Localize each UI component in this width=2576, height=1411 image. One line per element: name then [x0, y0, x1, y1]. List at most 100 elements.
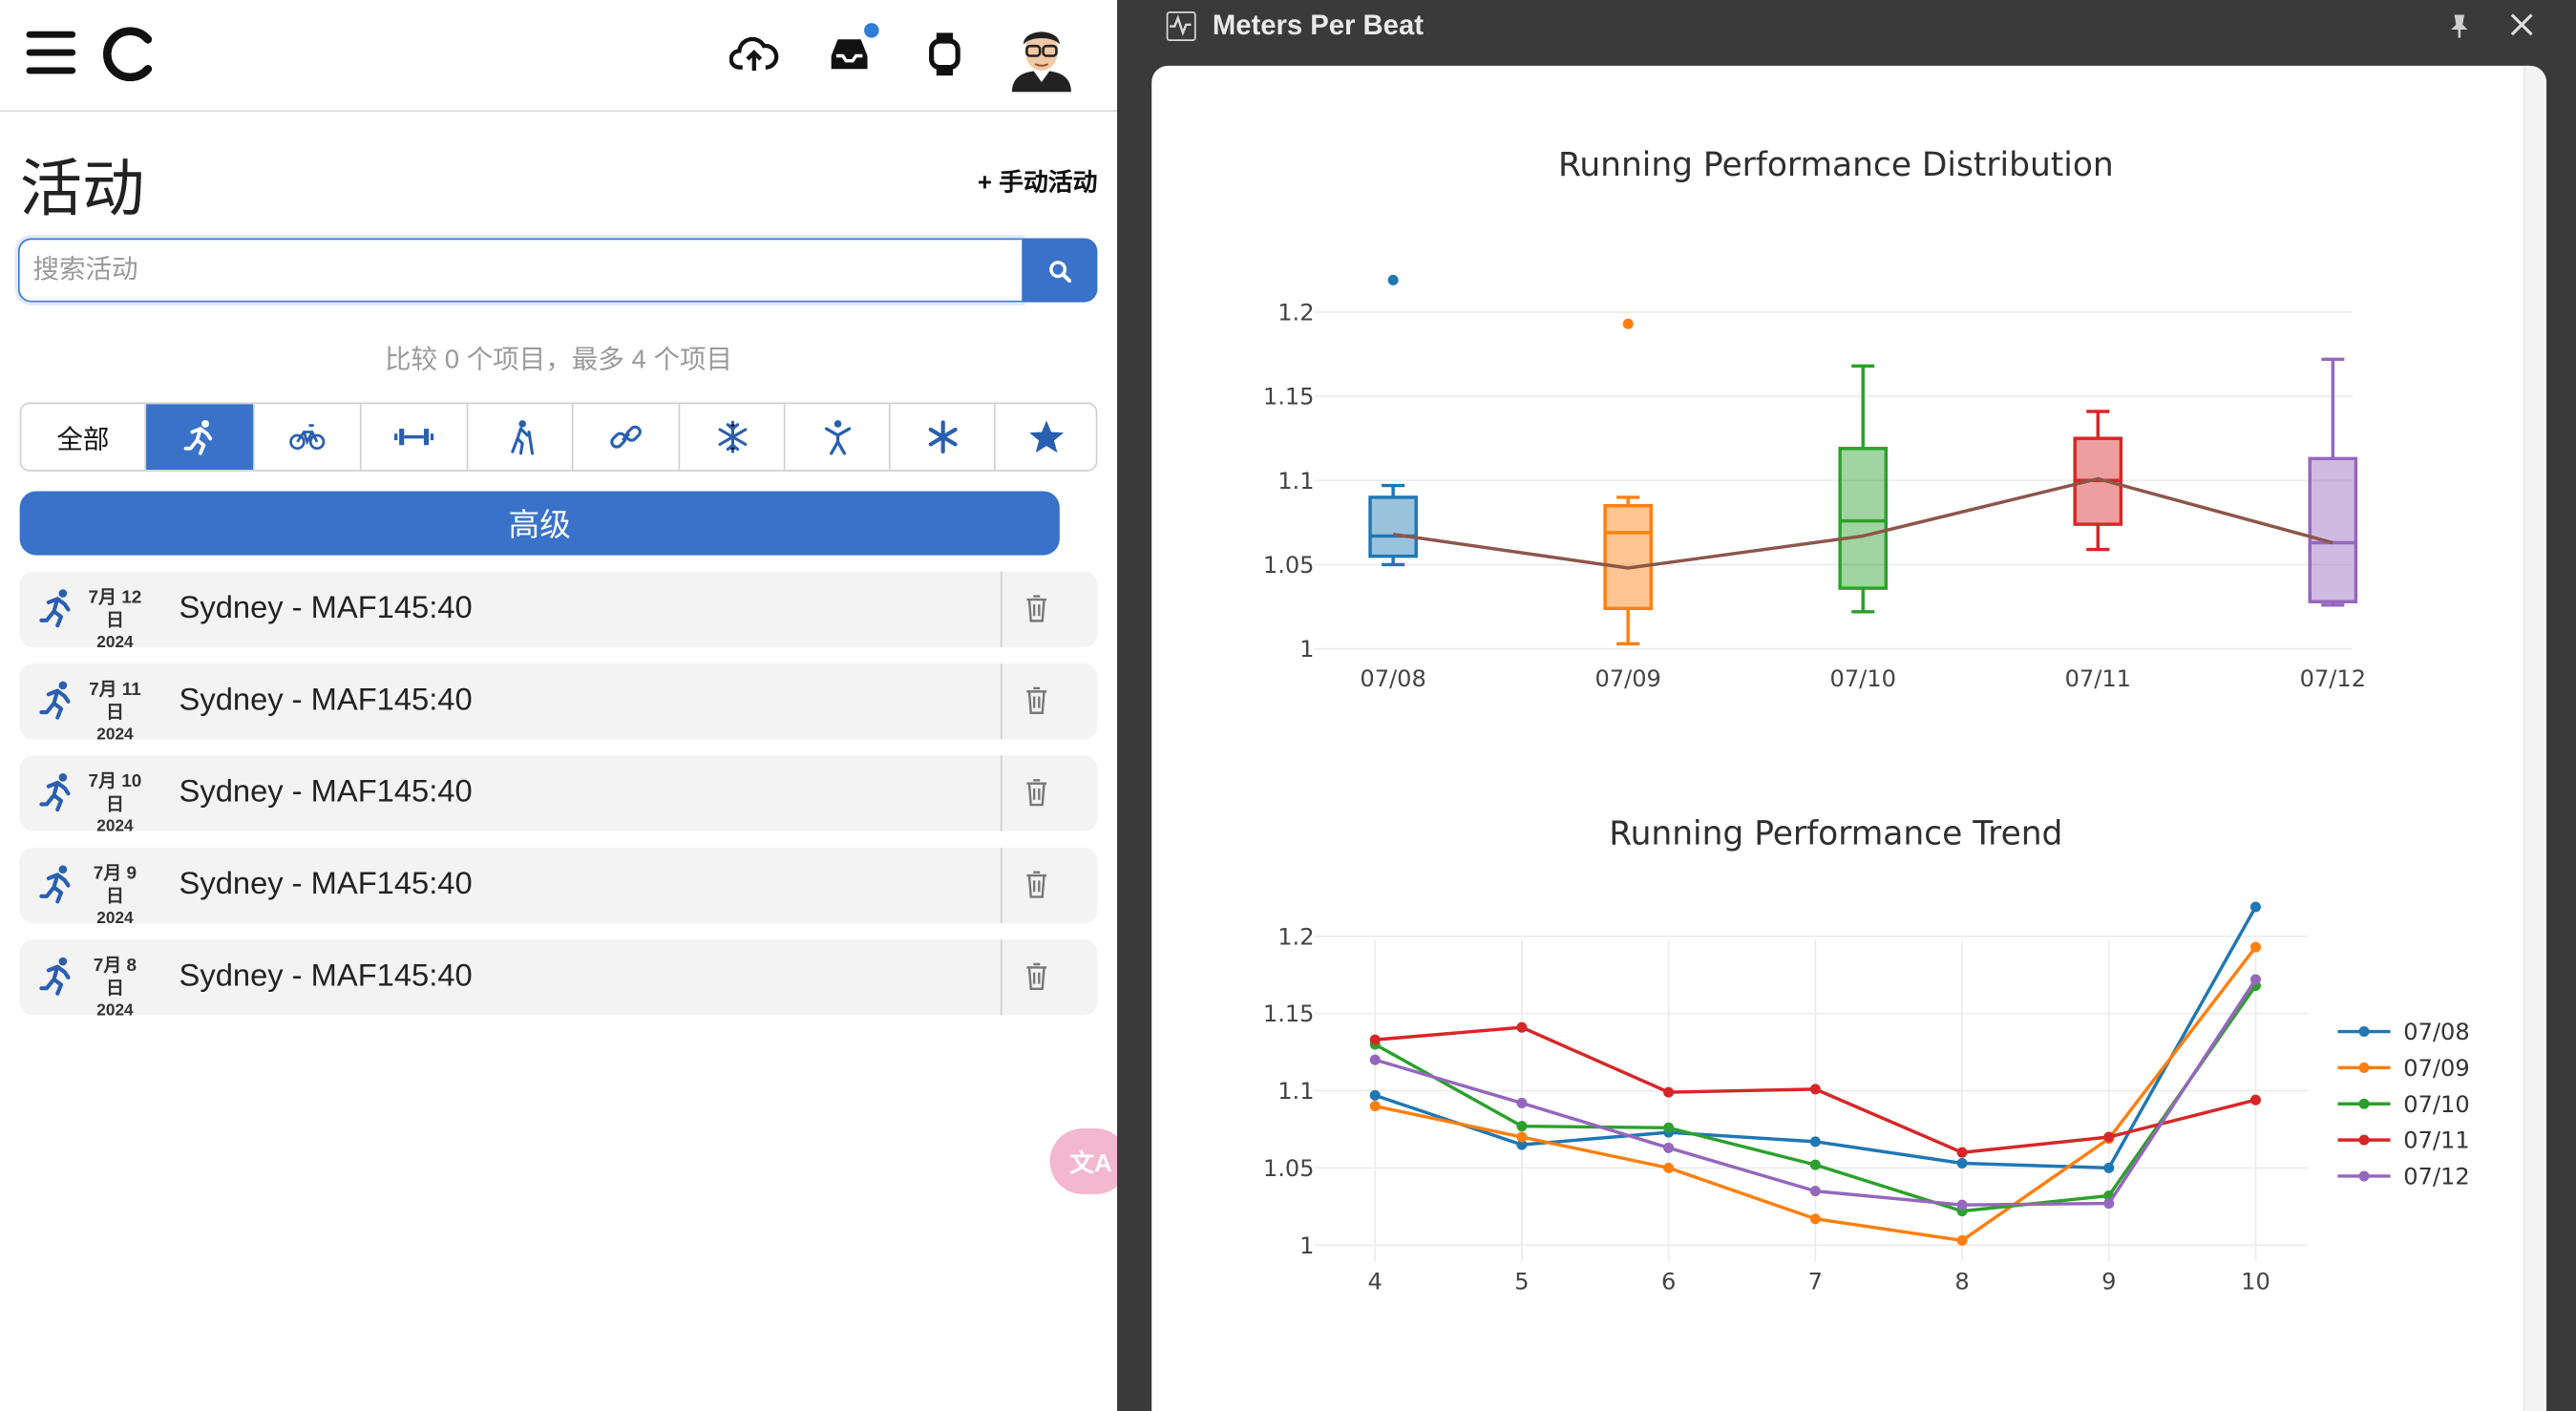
legend-marker: [2358, 1134, 2370, 1146]
filter-winter-button[interactable]: [680, 404, 786, 471]
activity-type-filter: 全部: [19, 402, 1098, 472]
data-point: [1663, 1162, 1675, 1173]
asterisk-icon: [927, 420, 957, 453]
data-point: [1956, 1147, 1968, 1158]
running-icon: [39, 957, 71, 996]
filter-cycling-button[interactable]: [254, 404, 362, 471]
data-point: [1369, 1054, 1381, 1065]
data-point: [1516, 1021, 1528, 1033]
legend-label: 07/09: [2403, 1055, 2469, 1082]
activity-row[interactable]: 7月 12日 2024 Sydney - MAF145:40: [19, 571, 1098, 652]
running-icon: [39, 589, 71, 628]
x-tick-label: 07/08: [1360, 665, 1425, 692]
data-point: [1809, 1136, 1821, 1148]
search-button[interactable]: [1022, 238, 1098, 303]
activity-chart-icon: [1166, 11, 1196, 42]
activities-pane: 活动 + 手动活动 比较 0 个项目，最多 4 个项目 全部: [0, 0, 1118, 1411]
data-point: [2249, 1094, 2261, 1106]
advanced-search-button[interactable]: 高级: [19, 491, 1060, 556]
activity-date: 7月 11日 2024: [89, 680, 141, 745]
trash-icon[interactable]: [1025, 779, 1048, 807]
box-plot-chart: 1 1.05 1.1 1.15 1.2 07/08 07/09 07/10 07/11 07/12: [1263, 274, 2366, 692]
trash-icon[interactable]: [1025, 871, 1048, 898]
legend-marker: [2358, 1098, 2370, 1109]
y-tick-label: 1: [1299, 636, 1314, 663]
data-point: [1516, 1097, 1528, 1108]
activity-title[interactable]: Sydney - MAF145:40: [179, 591, 473, 627]
legend-item: 07/10: [2337, 1091, 2470, 1118]
filter-yoga-button[interactable]: [785, 404, 891, 471]
data-point: [2249, 941, 2261, 953]
trash-icon[interactable]: [1025, 686, 1048, 714]
data-point: [1956, 1234, 1968, 1246]
trash-icon[interactable]: [1025, 595, 1048, 622]
activity-title[interactable]: Sydney - MAF145:40: [179, 775, 473, 811]
running-icon: [39, 773, 71, 811]
data-point: [1516, 1121, 1528, 1132]
activity-title[interactable]: Sydney - MAF145:40: [179, 684, 473, 720]
x-tick-label: 07/10: [1830, 665, 1896, 692]
filter-multisport-button[interactable]: [573, 404, 681, 471]
box-07-10: [1838, 364, 1889, 614]
line-chart-title: Running Performance Trend: [1609, 812, 2063, 853]
y-tick-label: 1.1: [1277, 468, 1314, 495]
page-title: 活动: [19, 153, 145, 225]
x-tick-label: 4: [1368, 1269, 1383, 1295]
x-tick-label: 9: [2101, 1269, 2116, 1295]
activity-row[interactable]: 7月 8日 2024 Sydney - MAF145:40: [19, 939, 1098, 1020]
scrollbar[interactable]: [2523, 65, 2547, 1411]
data-point: [2249, 901, 2261, 913]
hamburger-menu-icon[interactable]: [26, 31, 76, 77]
line-chart: 4 5 6 7 8 9 10 1 1.05 1.1 1.15 1.2 07/08 07/09 07/10 07…: [1263, 901, 2470, 1295]
trash-icon[interactable]: [1025, 962, 1048, 991]
data-point: [1809, 1159, 1821, 1170]
chart-panel: Meters Per Beat Running Performance Dist…: [1117, 0, 2576, 1411]
user-avatar[interactable]: [1008, 20, 1074, 93]
x-tick-label: 07/11: [2065, 665, 2131, 692]
app-logo-icon[interactable]: [98, 25, 158, 93]
box-chart-title: Running Performance Distribution: [1557, 144, 2114, 184]
data-point: [1956, 1199, 1968, 1211]
filter-all-button[interactable]: 全部: [21, 404, 147, 471]
activity-row[interactable]: 7月 10日 2024 Sydney - MAF145:40: [19, 755, 1098, 836]
search-input[interactable]: [17, 238, 1023, 303]
x-tick-label: 6: [1661, 1269, 1676, 1295]
close-icon[interactable]: [2508, 11, 2535, 38]
watch-icon[interactable]: [918, 28, 971, 80]
activity-title[interactable]: Sydney - MAF145:40: [179, 959, 473, 996]
legend-label: 07/12: [2403, 1164, 2469, 1190]
filter-strength-button[interactable]: [361, 404, 469, 471]
add-manual-activity-link[interactable]: + 手动活动: [978, 164, 1098, 199]
y-tick-label: 1.2: [1277, 300, 1314, 326]
filter-running-button[interactable]: [146, 404, 255, 471]
activity-row[interactable]: 7月 11日 2024 Sydney - MAF145:40: [19, 663, 1098, 744]
legend-item: 07/11: [2337, 1127, 2470, 1154]
box-iqr: [1603, 504, 1653, 611]
x-tick-label: 5: [1514, 1269, 1529, 1295]
pin-icon[interactable]: [2450, 13, 2470, 40]
activity-date: 7月 9日 2024: [93, 864, 137, 929]
running-icon: [39, 681, 71, 720]
panel-content: Running Performance Distribution 1 1.05 1.…: [1151, 65, 2547, 1411]
filter-hiking-button[interactable]: [468, 404, 574, 471]
filter-other-button[interactable]: [890, 404, 996, 471]
notification-dot: [864, 23, 879, 38]
running-icon: [182, 419, 212, 455]
data-point: [1663, 1086, 1675, 1098]
legend-label: 07/11: [2403, 1127, 2469, 1154]
top-navbar: [0, 0, 1118, 113]
x-tick-label: 07/12: [2300, 665, 2366, 692]
data-point: [1809, 1084, 1821, 1095]
legend-marker: [2358, 1026, 2370, 1038]
activity-row[interactable]: 7月 9日 2024 Sydney - MAF145:40: [19, 847, 1098, 928]
inbox-icon[interactable]: [823, 23, 879, 80]
legend-item: 07/12: [2337, 1164, 2470, 1190]
filter-favorites-button[interactable]: [995, 404, 1096, 471]
cloud-upload-icon[interactable]: [728, 28, 780, 80]
y-tick-label: 1: [1299, 1232, 1314, 1259]
data-point: [1663, 1142, 1675, 1153]
translate-button[interactable]: 文A: [1049, 1128, 1118, 1194]
box-iqr: [1838, 447, 1889, 590]
activity-date: 7月 12日 2024: [88, 587, 142, 653]
activity-title[interactable]: Sydney - MAF145:40: [179, 867, 473, 903]
